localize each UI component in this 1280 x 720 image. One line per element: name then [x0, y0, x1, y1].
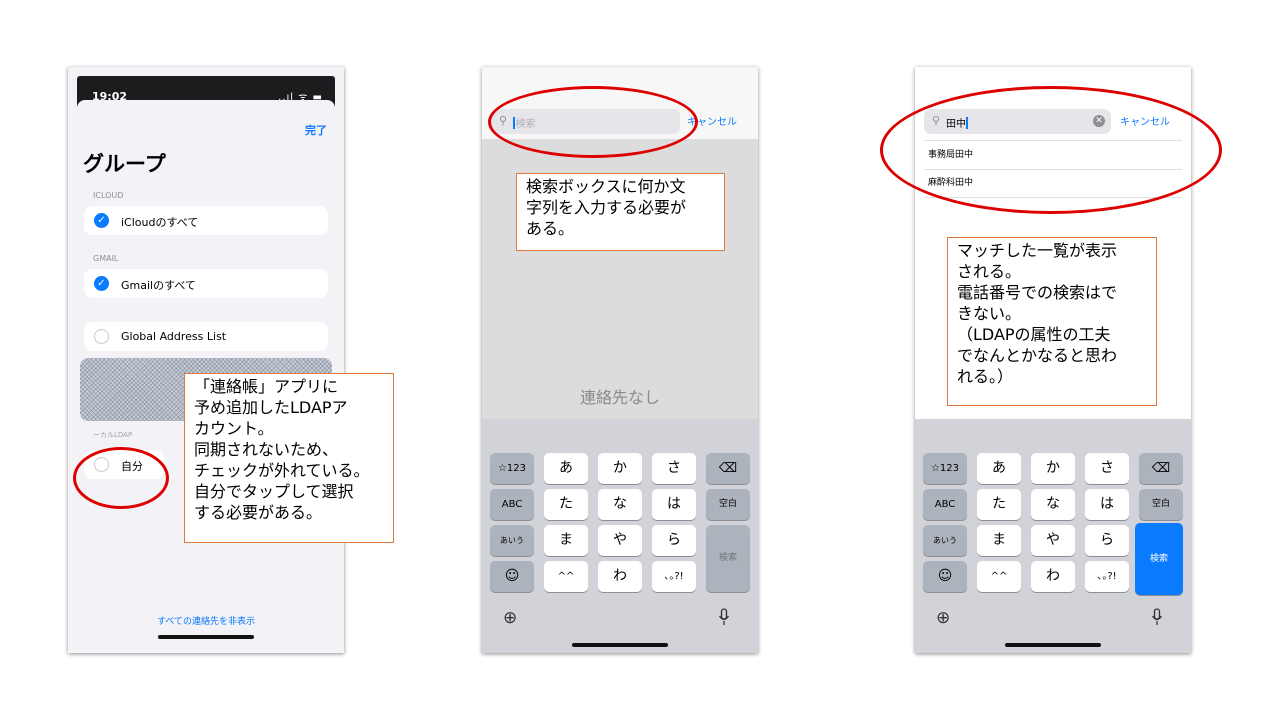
- key-space[interactable]: 空白: [706, 489, 750, 520]
- key-ka[interactable]: か: [1031, 453, 1075, 484]
- annotation-note-search-input: 検索ボックスに何か文 字列を入力する必要が ある。: [516, 173, 725, 251]
- hide-all-contacts-link[interactable]: すべての連絡先を非表示: [77, 614, 335, 627]
- key-ma[interactable]: ま: [977, 525, 1021, 556]
- unchecked-circle-icon: [94, 329, 109, 344]
- key-ya[interactable]: や: [598, 525, 642, 556]
- key-numbers[interactable]: ☆123: [490, 453, 534, 484]
- highlight-ring-search-results: [880, 86, 1222, 214]
- key-ra[interactable]: ら: [652, 525, 696, 556]
- emoji-icon[interactable]: ☺: [923, 561, 967, 592]
- key-wa[interactable]: わ: [1031, 561, 1075, 592]
- key-ya[interactable]: や: [1031, 525, 1075, 556]
- key-abc[interactable]: ABC: [490, 489, 534, 520]
- key-kana[interactable]: あいう: [490, 525, 534, 556]
- highlight-ring-search-box: [488, 86, 698, 158]
- key-numbers[interactable]: ☆123: [923, 453, 967, 484]
- section-label-icloud: ICLOUD: [93, 191, 124, 200]
- no-contacts-text: 連絡先なし: [579, 388, 660, 407]
- group-row-gmail[interactable]: ✓ Gmailのすべて: [84, 269, 328, 298]
- key-ra[interactable]: ら: [1085, 525, 1129, 556]
- page-title: グループ: [83, 152, 166, 176]
- group-label: Gmailのすべて: [121, 279, 196, 292]
- key-abc[interactable]: ABC: [923, 489, 967, 520]
- key-punctuation[interactable]: ､｡?!: [652, 561, 696, 592]
- globe-icon[interactable]: ⊕: [936, 608, 950, 628]
- emoji-icon[interactable]: ☺: [490, 561, 534, 592]
- backspace-icon[interactable]: ⌫: [1139, 453, 1183, 484]
- microphone-icon[interactable]: [1151, 608, 1163, 627]
- key-kana[interactable]: あいう: [923, 525, 967, 556]
- keyboard: ☆123 あ か さ ⌫ ABC た な は 空白 あいう ま や ら 検索 ☺…: [915, 419, 1191, 653]
- checkmark-icon: ✓: [94, 276, 109, 291]
- group-label: iCloudのすべて: [121, 216, 199, 229]
- key-wa[interactable]: わ: [598, 561, 642, 592]
- phone-groups-screen: 19:02 ..ıl ᯤ ▬ 完了 グループ ICLOUD ✓ iCloudのす…: [68, 67, 344, 653]
- backspace-icon[interactable]: ⌫: [706, 453, 750, 484]
- key-ka[interactable]: か: [598, 453, 642, 484]
- section-label-local-ldap: ーカルLDAP: [93, 431, 133, 439]
- home-indicator: [1005, 643, 1101, 647]
- key-a[interactable]: あ: [977, 453, 1021, 484]
- microphone-icon[interactable]: [718, 608, 730, 627]
- key-ha[interactable]: は: [652, 489, 696, 520]
- checkmark-icon: ✓: [94, 213, 109, 228]
- done-button[interactable]: 完了: [305, 122, 327, 138]
- key-ta[interactable]: た: [977, 489, 1021, 520]
- group-label: Global Address List: [121, 330, 227, 343]
- section-label-gmail: GMAIL: [93, 254, 119, 263]
- search-key[interactable]: 検索: [1135, 523, 1183, 595]
- home-indicator: [572, 643, 668, 647]
- key-ma[interactable]: ま: [544, 525, 588, 556]
- group-row-icloud[interactable]: ✓ iCloudのすべて: [84, 206, 328, 235]
- groups-sheet: 完了 グループ ICLOUD ✓ iCloudのすべて GMAIL ✓ Gmai…: [77, 100, 335, 643]
- key-na[interactable]: な: [598, 489, 642, 520]
- keyboard: ☆123 あ か さ ⌫ ABC た な は 空白 あいう ま や ら 検索 ☺…: [482, 419, 758, 653]
- key-sa[interactable]: さ: [652, 453, 696, 484]
- key-kaomoji[interactable]: ^^: [544, 561, 588, 592]
- key-ha[interactable]: は: [1085, 489, 1129, 520]
- annotation-note-ldap-account: 「連絡帳」アプリに 予め追加したLDAPア カウント。 同期されないため、 チェ…: [184, 373, 394, 543]
- home-indicator: [158, 635, 254, 639]
- globe-icon[interactable]: ⊕: [503, 608, 517, 628]
- key-a[interactable]: あ: [544, 453, 588, 484]
- key-kaomoji[interactable]: ^^: [977, 561, 1021, 592]
- key-space[interactable]: 空白: [1139, 489, 1183, 520]
- key-punctuation[interactable]: ､｡?!: [1085, 561, 1129, 592]
- search-key[interactable]: 検索: [706, 525, 750, 592]
- highlight-ring-self-group: [73, 447, 169, 509]
- group-row-global-address-list[interactable]: Global Address List: [84, 322, 328, 351]
- key-ta[interactable]: た: [544, 489, 588, 520]
- key-na[interactable]: な: [1031, 489, 1075, 520]
- key-sa[interactable]: さ: [1085, 453, 1129, 484]
- annotation-note-search-results: マッチした一覧が表示 される。 電話番号での検索はで きない。 （LDAPの属性…: [947, 237, 1157, 406]
